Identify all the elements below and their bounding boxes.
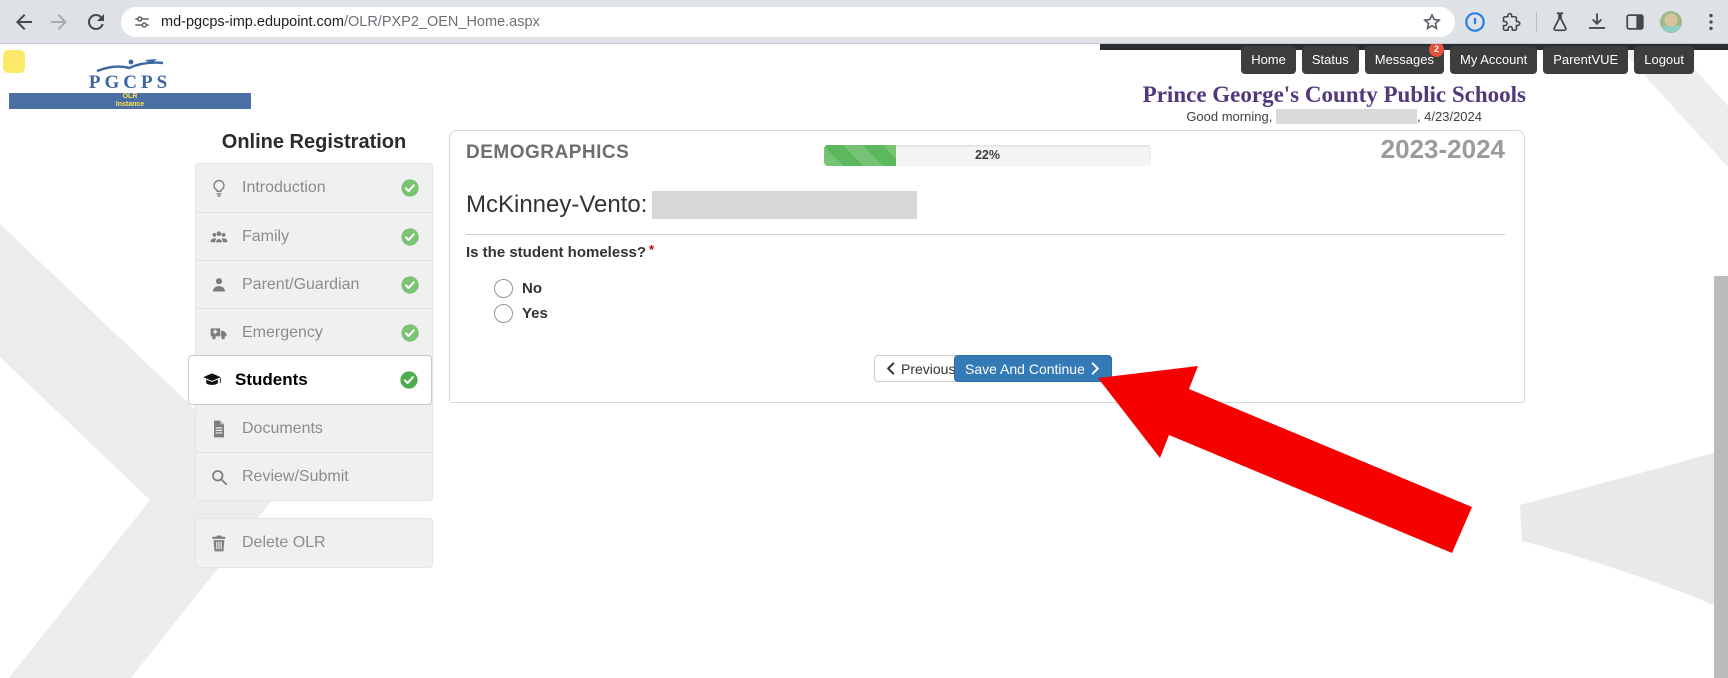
side-panel-icon[interactable] <box>1624 11 1646 33</box>
url-text: md-pgcps-imp.edupoint.com/OLR/PXP2_OEN_H… <box>161 7 540 37</box>
top-navigation: Home Status Messages2 My Account ParentVUE Lo… <box>1241 46 1694 74</box>
sidebar-item-parent-guardian[interactable]: Parent/Guardian <box>196 260 432 308</box>
sidebar-delete-panel: Delete OLR <box>195 518 433 568</box>
menu-dots-icon[interactable] <box>1700 11 1722 33</box>
completed-check-icon <box>401 179 419 197</box>
bookmark-star-icon[interactable] <box>1422 12 1442 32</box>
logo-text: PGCPS <box>9 74 251 92</box>
messages-count-badge: 2 <box>1429 42 1444 57</box>
section-title: DEMOGRAPHICS <box>466 142 629 164</box>
topnav-parentvue[interactable]: ParentVUE <box>1543 46 1628 74</box>
download-icon[interactable] <box>1586 11 1608 33</box>
sidebar-item-delete-olr[interactable]: Delete OLR <box>196 519 432 567</box>
sidebar-item-label: Documents <box>242 420 323 438</box>
sidebar-item-family[interactable]: Family <box>196 212 432 260</box>
completed-check-icon <box>401 276 419 294</box>
scrollbar[interactable] <box>1714 276 1728 678</box>
sidebar-item-documents[interactable]: Documents <box>196 404 432 452</box>
site-info-icon[interactable] <box>133 13 151 31</box>
sidebar-item-introduction[interactable]: Introduction <box>196 164 432 212</box>
lightbulb-icon <box>209 178 229 198</box>
ambulance-icon <box>209 323 229 343</box>
radio-label-no: No <box>522 280 542 297</box>
reload-icon[interactable] <box>84 10 108 34</box>
logo-banner: OLR Instance <box>9 93 251 109</box>
topnav-messages[interactable]: Messages2 <box>1365 46 1444 74</box>
extensions-icon[interactable] <box>1501 12 1521 32</box>
family-icon <box>209 227 229 247</box>
completed-check-icon <box>401 228 419 246</box>
forward-icon[interactable] <box>47 10 71 34</box>
subsection-title: McKinney-Vento: <box>466 191 917 219</box>
url-bar[interactable]: md-pgcps-imp.edupoint.com/OLR/PXP2_OEN_H… <box>121 7 1455 37</box>
sidebar-menu: Introduction Family Parent/Guardian Emergen… <box>195 163 433 501</box>
topnav-home[interactable]: Home <box>1241 46 1296 74</box>
topnav-logout[interactable]: Logout <box>1634 46 1694 74</box>
profile-avatar[interactable] <box>1659 10 1683 34</box>
sidebar-item-label: Emergency <box>242 324 323 342</box>
topnav-label: Home <box>1251 52 1286 67</box>
redacted-user-name <box>1276 109 1417 124</box>
divider <box>466 234 1505 235</box>
progress-label: 22% <box>824 148 1151 162</box>
sidebar-title: Online Registration <box>195 131 433 154</box>
question-label: Is the student homeless?* <box>466 242 654 261</box>
sidebar-item-label: Parent/Guardian <box>242 276 359 294</box>
redacted-student-info <box>652 191 917 219</box>
radio-label-yes: Yes <box>522 305 548 322</box>
required-asterisk: * <box>649 242 654 257</box>
chevron-left-icon <box>885 362 896 375</box>
topnav-label: Status <box>1312 52 1349 67</box>
completed-check-icon <box>400 371 418 389</box>
completed-check-icon <box>401 324 419 342</box>
progress-bar: 22% <box>824 145 1151 166</box>
topnav-label: My Account <box>1460 52 1527 67</box>
back-icon[interactable] <box>12 10 36 34</box>
trash-icon <box>209 533 229 553</box>
greeting-text: Good morning, , 4/23/2024 <box>1186 109 1482 124</box>
demographics-card: DEMOGRAPHICS 22% 2023-2024 McKinney-Vent… <box>449 130 1525 403</box>
sidebar-item-review-submit[interactable]: Review/Submit <box>196 452 432 500</box>
district-name: Prince George's County Public Schools <box>1143 82 1526 108</box>
flask-icon[interactable] <box>1549 11 1571 33</box>
district-logo: PGCPS OLR Instance <box>9 58 251 109</box>
search-icon <box>209 467 229 487</box>
sidebar-item-label: Review/Submit <box>242 468 349 486</box>
sidebar-item-label: Delete OLR <box>242 534 326 552</box>
password-manager-icon[interactable] <box>1464 11 1486 33</box>
previous-button[interactable]: Previous <box>874 355 966 382</box>
sidebar-item-label: Introduction <box>242 179 326 197</box>
chevron-right-icon <box>1090 362 1101 375</box>
sidebar-item-emergency[interactable]: Emergency <box>196 308 432 356</box>
person-icon <box>209 275 229 295</box>
document-icon <box>209 419 229 439</box>
topnav-status[interactable]: Status <box>1302 46 1359 74</box>
sidebar-item-label: Students <box>235 370 308 390</box>
browser-toolbar: md-pgcps-imp.edupoint.com/OLR/PXP2_OEN_H… <box>0 0 1728 44</box>
save-and-continue-button[interactable]: Save And Continue <box>954 355 1112 382</box>
radio-no[interactable] <box>494 279 513 298</box>
graduation-cap-icon <box>202 370 222 390</box>
sidebar-item-label: Family <box>242 228 289 246</box>
topnav-label: ParentVUE <box>1553 52 1618 67</box>
school-year: 2023-2024 <box>1381 134 1505 165</box>
topnav-my-account[interactable]: My Account <box>1450 46 1537 74</box>
sidebar-item-students[interactable]: Students <box>188 355 432 405</box>
topnav-label: Messages <box>1375 52 1434 67</box>
radio-yes[interactable] <box>494 304 513 323</box>
screen: md-pgcps-imp.edupoint.com/OLR/PXP2_OEN_H… <box>0 0 1728 678</box>
toolbar-divider <box>1536 12 1537 32</box>
topnav-label: Logout <box>1644 52 1684 67</box>
